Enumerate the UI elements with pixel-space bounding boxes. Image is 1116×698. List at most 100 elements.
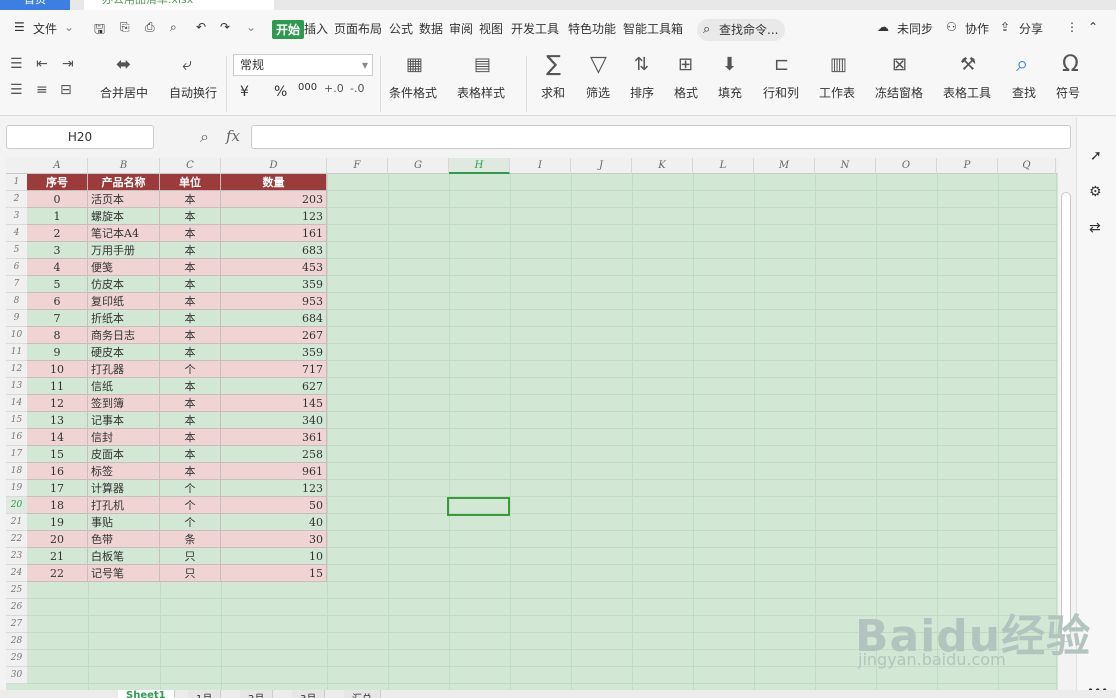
table-cell[interactable]: 267 <box>221 327 327 344</box>
column-header-n[interactable]: N <box>815 158 876 174</box>
find-button[interactable]: 查找 <box>1012 84 1036 101</box>
row-col-button[interactable]: 行和列 <box>763 84 799 101</box>
column-header-q[interactable]: Q <box>998 158 1056 174</box>
row-header-19[interactable]: 19 <box>6 480 27 497</box>
table-cell[interactable]: 信纸 <box>88 378 160 395</box>
table-cell[interactable]: 7 <box>27 310 88 327</box>
table-cell[interactable]: 3 <box>27 242 88 259</box>
tab-document[interactable]: 办公用品清单.xlsx <box>84 0 274 10</box>
properties-icon[interactable]: ⚙ <box>1089 184 1102 200</box>
table-cell[interactable]: 本 <box>160 293 221 310</box>
share-button[interactable]: 分享 <box>1019 20 1043 37</box>
table-cell[interactable]: 11 <box>27 378 88 395</box>
column-header-l[interactable]: L <box>693 158 754 174</box>
table-cell[interactable]: 684 <box>221 310 327 327</box>
row-header-28[interactable]: 28 <box>6 633 27 650</box>
table-cell[interactable]: 本 <box>160 463 221 480</box>
row-header-2[interactable]: 2 <box>6 191 27 208</box>
table-cell[interactable]: 事贴 <box>88 514 160 531</box>
redo-icon[interactable]: ↷ <box>220 20 230 34</box>
table-cell[interactable]: 0 <box>27 191 88 208</box>
freeze-panes-button[interactable]: 冻结窗格 <box>875 84 923 101</box>
row-header-13[interactable]: 13 <box>6 378 27 395</box>
table-cell[interactable]: 本 <box>160 446 221 463</box>
row-header-27[interactable]: 27 <box>6 616 27 633</box>
table-cell[interactable]: 本 <box>160 242 221 259</box>
table-cell[interactable]: 340 <box>221 412 327 429</box>
align-right-icon[interactable]: ☰ <box>10 82 23 98</box>
table-header-cell[interactable]: 单位 <box>160 174 221 191</box>
row-header-17[interactable]: 17 <box>6 446 27 463</box>
column-header-a[interactable]: A <box>27 158 88 174</box>
row-header-3[interactable]: 3 <box>6 208 27 225</box>
column-header-c[interactable]: C <box>160 158 221 174</box>
column-header-p[interactable]: P <box>937 158 998 174</box>
print-icon[interactable]: ⎙ <box>145 20 155 35</box>
merge-center-button[interactable]: 合并居中 <box>100 84 148 101</box>
more-icon[interactable]: ⋮ <box>1066 20 1078 34</box>
table-cell[interactable]: 10 <box>221 548 327 565</box>
table-cell[interactable]: 条 <box>160 531 221 548</box>
align-left-icon[interactable]: ☰ <box>10 56 23 72</box>
table-cell[interactable]: 145 <box>221 395 327 412</box>
pointer-icon[interactable]: ➚ <box>1090 148 1102 164</box>
table-cell[interactable]: 仿皮本 <box>88 276 160 293</box>
table-cell[interactable]: 个 <box>160 361 221 378</box>
unsync-status[interactable]: 未同步 <box>897 20 933 37</box>
row-header-16[interactable]: 16 <box>6 429 27 446</box>
table-cell[interactable]: 色带 <box>88 531 160 548</box>
table-cell[interactable]: 361 <box>221 429 327 446</box>
row-header-8[interactable]: 8 <box>6 293 27 310</box>
table-cell[interactable]: 签到簿 <box>88 395 160 412</box>
table-cell[interactable]: 15 <box>221 565 327 582</box>
name-box[interactable]: H20 <box>6 125 154 149</box>
row-header-23[interactable]: 23 <box>6 548 27 565</box>
command-search[interactable]: ⌕ 查找命令... <box>697 19 785 41</box>
increase-decimal-icon[interactable]: +.0 <box>324 82 344 95</box>
decrease-decimal-icon[interactable]: -.0 <box>350 82 364 95</box>
menu-formula[interactable]: 公式 <box>389 20 413 37</box>
wrap-text-button[interactable]: 自动换行 <box>169 84 217 101</box>
table-cell[interactable]: 本 <box>160 344 221 361</box>
table-cell[interactable]: 18 <box>27 497 88 514</box>
table-cell[interactable]: 白板笔 <box>88 548 160 565</box>
hamburger-icon[interactable]: ☰ <box>14 20 25 34</box>
table-cell[interactable]: 10 <box>27 361 88 378</box>
table-cell[interactable]: 本 <box>160 276 221 293</box>
table-cell[interactable]: 19 <box>27 514 88 531</box>
table-cell[interactable]: 个 <box>160 514 221 531</box>
table-cell[interactable]: 961 <box>221 463 327 480</box>
column-header-k[interactable]: K <box>632 158 693 174</box>
selected-cell-h20[interactable] <box>447 497 510 516</box>
table-cell[interactable]: 453 <box>221 259 327 276</box>
row-header-14[interactable]: 14 <box>6 395 27 412</box>
column-header-m[interactable]: M <box>754 158 815 174</box>
menu-smart-toolbox[interactable]: 智能工具箱 <box>623 20 683 37</box>
row-header-1[interactable]: 1 <box>6 174 27 191</box>
table-tools-button[interactable]: 表格工具 <box>943 84 991 101</box>
row-header-26[interactable]: 26 <box>6 599 27 616</box>
row-header-24[interactable]: 24 <box>6 565 27 582</box>
column-header-h[interactable]: H <box>449 158 510 174</box>
table-cell[interactable]: 只 <box>160 548 221 565</box>
indent-increase-icon[interactable]: ⇥ <box>62 56 74 72</box>
row-header-11[interactable]: 11 <box>6 344 27 361</box>
table-cell[interactable]: 折纸本 <box>88 310 160 327</box>
menu-insert[interactable]: 插入 <box>304 20 328 37</box>
worksheet-button[interactable]: 工作表 <box>819 84 855 101</box>
column-header-b[interactable]: B <box>88 158 160 174</box>
table-cell[interactable]: 便笺 <box>88 259 160 276</box>
table-cell[interactable]: 标签 <box>88 463 160 480</box>
transform-icon[interactable]: ⇄ <box>1089 220 1101 236</box>
column-header-d[interactable]: D <box>221 158 327 174</box>
row-header-22[interactable]: 22 <box>6 531 27 548</box>
table-cell[interactable]: 打孔机 <box>88 497 160 514</box>
table-cell[interactable]: 30 <box>221 531 327 548</box>
table-cell[interactable]: 笔记本A4 <box>88 225 160 242</box>
row-header-10[interactable]: 10 <box>6 327 27 344</box>
export-icon[interactable]: ⎘ <box>120 20 130 35</box>
table-cell[interactable]: 本 <box>160 191 221 208</box>
column-header-j[interactable]: J <box>571 158 632 174</box>
row-header-7[interactable]: 7 <box>6 276 27 293</box>
table-cell[interactable]: 螺旋本 <box>88 208 160 225</box>
